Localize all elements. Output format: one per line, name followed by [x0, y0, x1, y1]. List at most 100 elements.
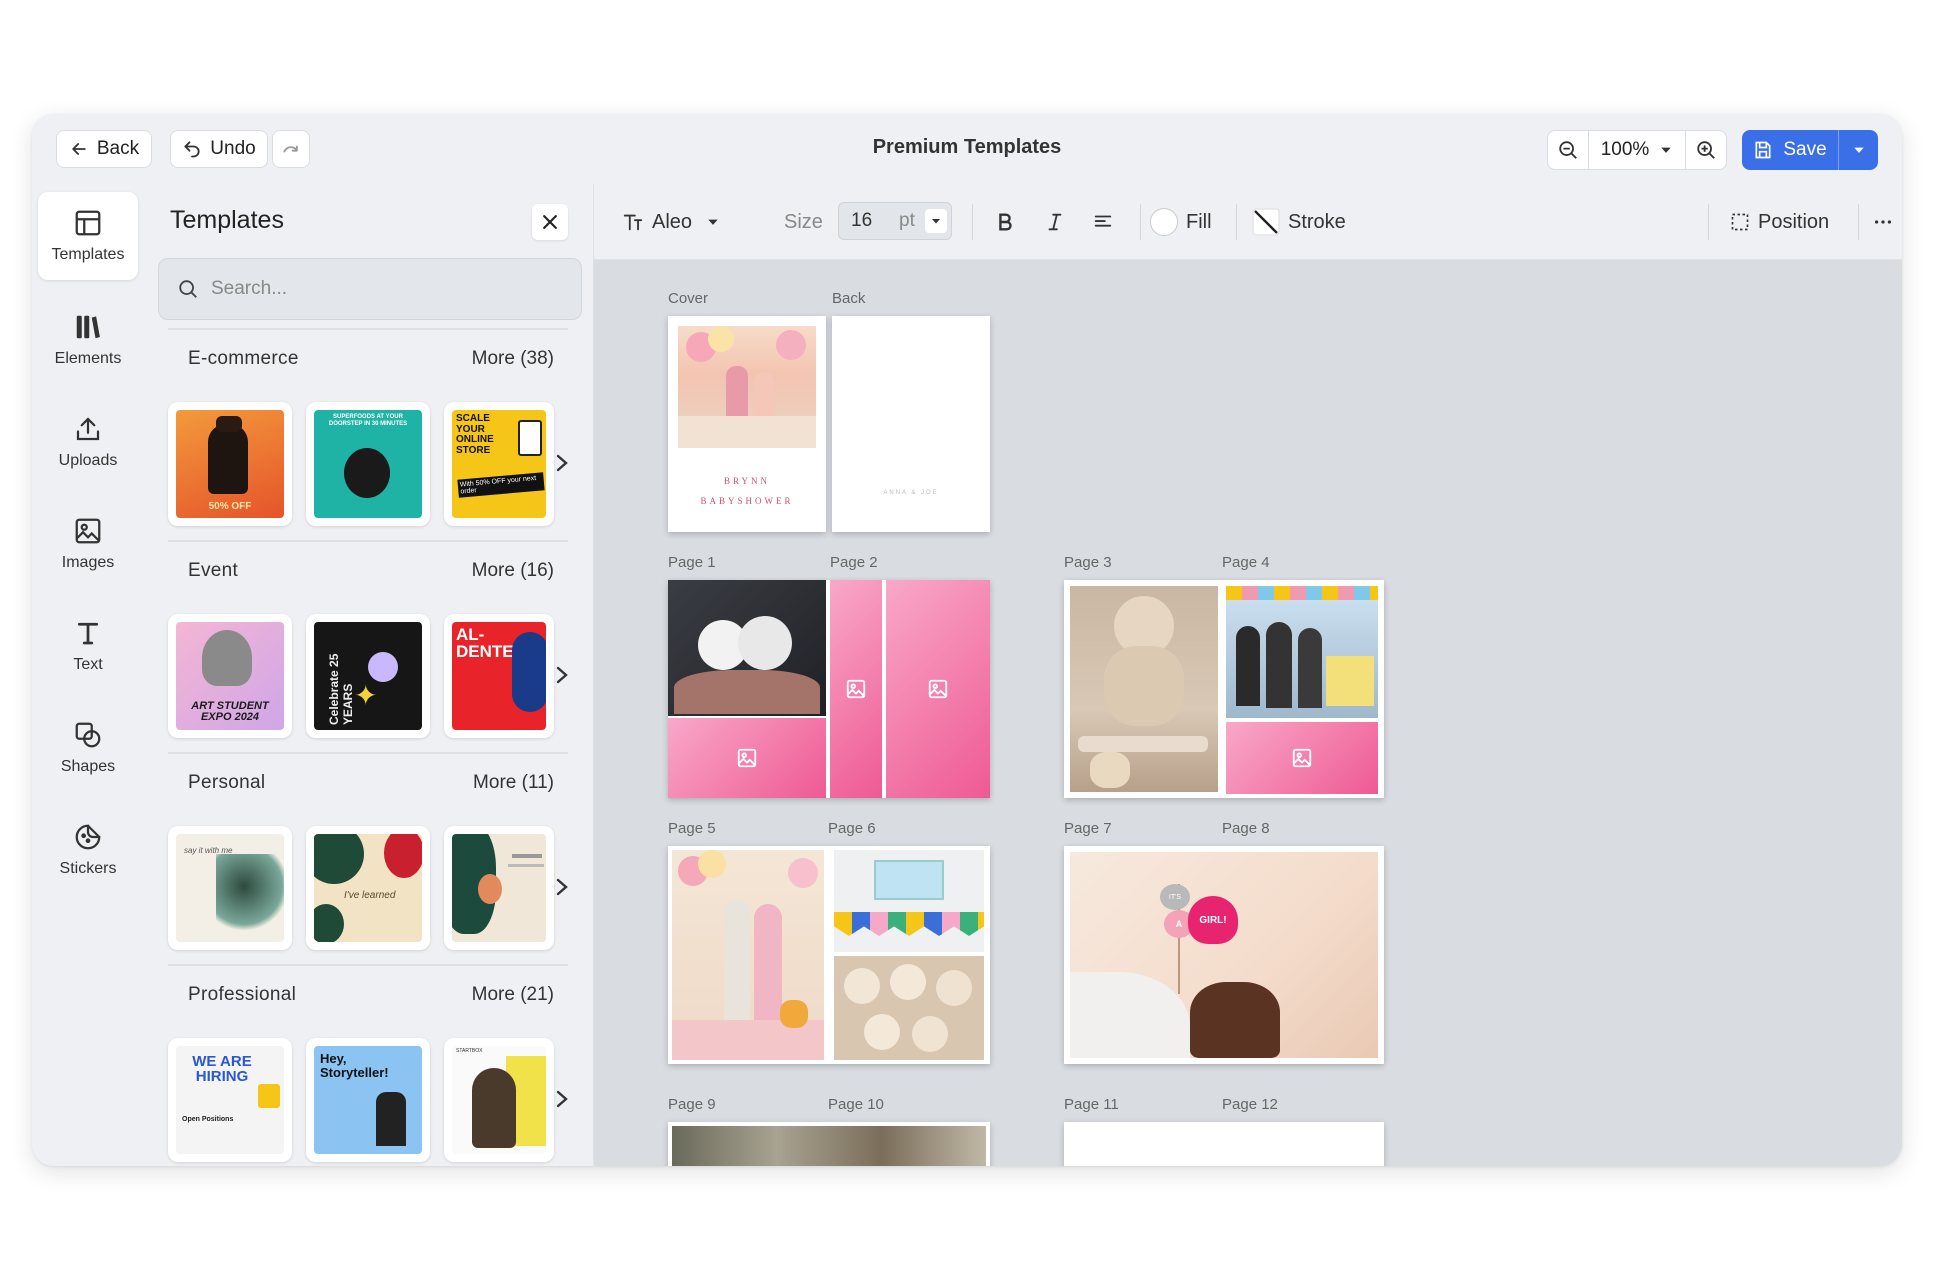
thumb-text: SUPERFOODS AT YOUR DOORSTEP IN 30 MINUTE…	[328, 414, 408, 428]
page-label: Page 4	[1222, 554, 1270, 571]
font-size-value: 16	[851, 210, 873, 231]
thumb-text: SCALE YOUR ONLINE STORE	[456, 413, 494, 456]
rail-item-text[interactable]: Text	[38, 602, 138, 690]
party-group-photo	[1226, 586, 1378, 718]
search-icon	[179, 280, 197, 298]
thumb-text: WE ARE HIRING	[192, 1053, 252, 1085]
template-thumbnail[interactable]: Celebrate 25 YEARS ✦	[306, 614, 430, 738]
rail-item-elements[interactable]: Elements	[38, 296, 138, 384]
template-thumbnail[interactable]	[444, 826, 554, 950]
align-button[interactable]	[1092, 184, 1114, 260]
image-icon	[75, 518, 101, 544]
banner-photo	[834, 850, 984, 952]
save-icon	[1755, 141, 1771, 159]
category-header: Professional More (21)	[168, 964, 568, 1006]
page-label-cover: Cover	[668, 290, 709, 307]
rail-item-shapes[interactable]: Shapes	[38, 704, 138, 792]
category-event: Event More (16) ART STUDENT EXPO 2024 Ce…	[168, 540, 568, 738]
back-page-text: ANNA & JOE	[883, 490, 939, 496]
bold-button[interactable]	[994, 184, 1016, 260]
chevron-right-icon[interactable]	[552, 1084, 572, 1114]
template-thumbnail[interactable]: AL-DENTE	[444, 614, 554, 738]
zoom-value: 100%	[1600, 139, 1650, 160]
image-placeholder[interactable]	[830, 580, 882, 798]
format-toolbar: Aleo Size 16 pt Fill Stroke Position	[594, 184, 1902, 260]
zoom-in-button[interactable]	[1686, 131, 1726, 169]
rail-label: Images	[61, 554, 115, 571]
template-thumbnail[interactable]: WE ARE HIRING Open Positions	[168, 1038, 292, 1162]
cover-page[interactable]: BRYNN BABYSHOWER	[668, 316, 826, 532]
close-panel-button[interactable]	[532, 204, 568, 240]
position-label: Position	[1758, 210, 1830, 233]
zoom-in-icon	[1697, 141, 1715, 159]
toolbar-divider	[1858, 204, 1859, 240]
page-label: Page 12	[1222, 1096, 1278, 1113]
font-select[interactable]: Aleo	[622, 184, 720, 260]
sticker-its: IT'S	[1160, 884, 1190, 910]
page-spread-9-10[interactable]	[668, 1122, 990, 1166]
back-page[interactable]: ANNA & JOE	[832, 316, 990, 532]
redo-button[interactable]	[272, 130, 310, 168]
thumb-text: ART STUDENT EXPO 2024	[191, 699, 269, 724]
font-size-field[interactable]: 16 pt	[838, 202, 952, 240]
template-thumbnail[interactable]: ART STUDENT EXPO 2024	[168, 614, 292, 738]
cover-photo	[678, 326, 816, 448]
template-thumbnail[interactable]: say it with me	[168, 826, 292, 950]
editor-window: Back Undo Premium Templates 100% Save Te…	[32, 114, 1902, 1166]
category-more-link[interactable]: More (16)	[472, 560, 554, 582]
rail-item-stickers[interactable]: Stickers	[38, 806, 138, 894]
fill-button[interactable]: Fill	[1150, 184, 1212, 260]
templates-icon	[75, 210, 101, 236]
chevron-right-icon[interactable]	[552, 448, 572, 478]
template-thumbnail[interactable]: 50% OFF	[168, 402, 292, 526]
category-more-link[interactable]: More (21)	[472, 984, 554, 1006]
page-spread-11-12[interactable]	[1064, 1122, 1384, 1166]
page-label: Page 10	[828, 1096, 884, 1113]
zoom-select[interactable]: 100%	[1588, 131, 1686, 169]
arrow-left-icon	[72, 143, 86, 155]
image-placeholder[interactable]	[668, 718, 826, 798]
undo-button[interactable]: Undo	[170, 130, 268, 168]
page-spread-7-8[interactable]: IT'S A GIRL!	[1064, 846, 1384, 1064]
position-button[interactable]: Position	[1730, 184, 1829, 260]
page-spread-1-2[interactable]	[668, 580, 990, 798]
more-options-button[interactable]	[1872, 184, 1894, 260]
rail-item-images[interactable]: Images	[38, 500, 138, 588]
stroke-button[interactable]: Stroke	[1252, 184, 1346, 260]
image-placeholder[interactable]	[1226, 722, 1378, 794]
elements-icon	[76, 315, 100, 339]
rail-item-uploads[interactable]: Uploads	[38, 398, 138, 486]
template-thumbnail[interactable]: Hey, Storyteller!	[306, 1038, 430, 1162]
page-label: Page 1	[668, 554, 716, 571]
canvas-area: Cover Back BRYNN BABYSHOWER ANNA & JOE P…	[594, 260, 1902, 1166]
zoom-out-button[interactable]	[1548, 131, 1588, 169]
category-more-link[interactable]: More (38)	[472, 348, 554, 370]
italic-button[interactable]	[1044, 184, 1066, 260]
search-input[interactable]	[211, 278, 551, 300]
image-placeholder[interactable]	[886, 580, 990, 798]
category-name: Event	[188, 560, 239, 581]
stroke-icon	[1252, 208, 1280, 236]
template-thumbnail[interactable]: SUPERFOODS AT YOUR DOORSTEP IN 30 MINUTE…	[306, 402, 430, 526]
page-spread-3-4[interactable]	[1064, 580, 1384, 798]
toolbar-divider	[1236, 204, 1237, 240]
category-name: E-commerce	[188, 348, 299, 369]
chevron-right-icon[interactable]	[552, 872, 572, 902]
category-more-link[interactable]: More (11)	[473, 772, 554, 794]
cover-subtitle-text: BABYSHOWER	[700, 496, 794, 506]
page-label: Page 3	[1064, 554, 1112, 571]
image-placeholder-icon	[928, 679, 948, 699]
category-header: Personal More (11)	[168, 752, 568, 794]
back-button[interactable]: Back	[56, 130, 152, 168]
save-button[interactable]: Save	[1742, 130, 1838, 170]
template-thumbnail[interactable]: STARTBOX	[444, 1038, 554, 1162]
chevron-right-icon[interactable]	[552, 660, 572, 690]
rail-item-templates[interactable]: Templates	[38, 192, 138, 280]
template-thumbnail[interactable]: SCALE YOUR ONLINE STORE With 50% OFF you…	[444, 402, 554, 526]
image-placeholder-icon	[846, 679, 866, 699]
font-size-dropdown[interactable]	[925, 209, 947, 233]
save-options-button[interactable]	[1838, 130, 1878, 170]
size-label: Size	[784, 210, 823, 233]
template-thumbnail[interactable]: I've learned	[306, 826, 430, 950]
page-spread-5-6[interactable]	[668, 846, 990, 1064]
